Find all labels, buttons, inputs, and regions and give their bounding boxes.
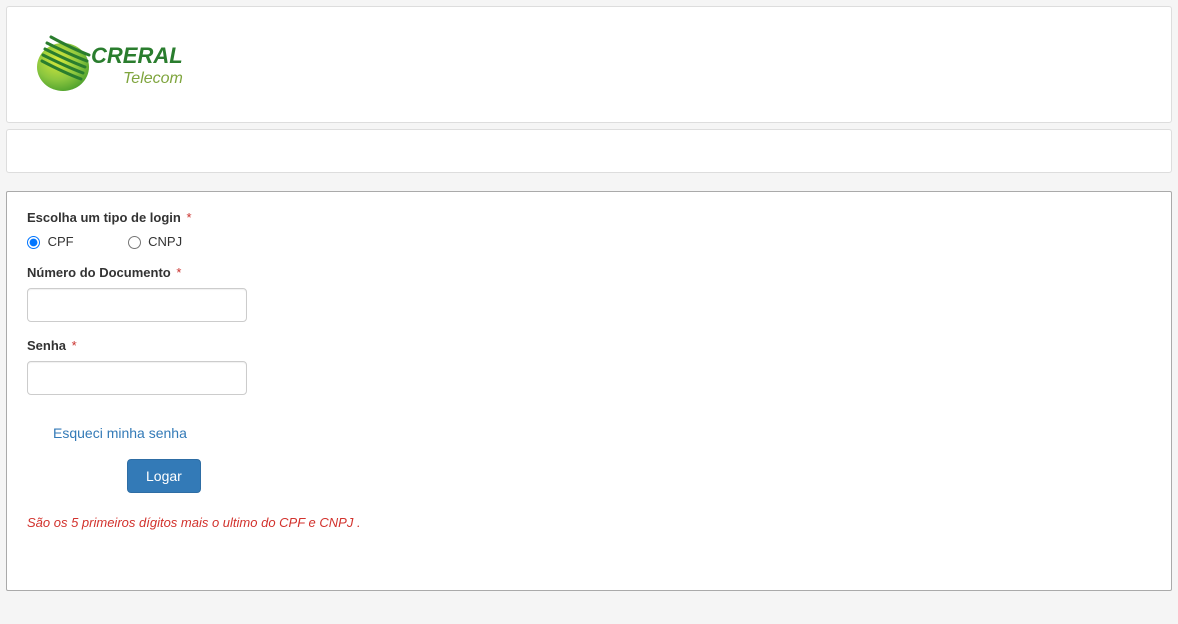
login-type-label-text: Escolha um tipo de login [27, 210, 181, 225]
password-label: Senha * [27, 338, 1151, 353]
login-type-label: Escolha um tipo de login * [27, 210, 1151, 225]
login-form-panel: Escolha um tipo de login * CPF CNPJ Núme… [6, 191, 1172, 591]
document-input[interactable] [27, 288, 247, 322]
required-indicator: * [72, 338, 77, 353]
radio-cnpj-input[interactable] [128, 236, 141, 249]
nav-panel [6, 129, 1172, 173]
document-label: Número do Documento * [27, 265, 1151, 280]
creral-logo-icon: CRERAL Telecom [33, 27, 203, 99]
radio-cpf[interactable]: CPF [27, 234, 74, 249]
brand-sub-text: Telecom [123, 70, 183, 87]
brand-logo: CRERAL Telecom [23, 21, 213, 108]
radio-cnpj-label: CNPJ [148, 234, 182, 249]
radio-cpf-input[interactable] [27, 236, 40, 249]
brand-main-text: CRERAL [91, 43, 183, 68]
login-button[interactable]: Logar [127, 459, 201, 493]
radio-cnpj[interactable]: CNPJ [128, 234, 183, 249]
password-label-text: Senha [27, 338, 66, 353]
radio-cpf-label: CPF [48, 234, 74, 249]
required-indicator: * [186, 210, 191, 225]
password-group: Senha * [27, 338, 1151, 395]
password-input[interactable] [27, 361, 247, 395]
header-panel: CRERAL Telecom [6, 6, 1172, 123]
document-label-text: Número do Documento [27, 265, 171, 280]
required-indicator: * [176, 265, 181, 280]
password-hint: São os 5 primeiros dígitos mais o ultimo… [27, 515, 1151, 530]
forgot-password-link[interactable]: Esqueci minha senha [53, 425, 187, 441]
login-type-radio-group: CPF CNPJ [27, 233, 1151, 249]
document-group: Número do Documento * [27, 265, 1151, 322]
submit-row: Logar [27, 459, 1151, 493]
